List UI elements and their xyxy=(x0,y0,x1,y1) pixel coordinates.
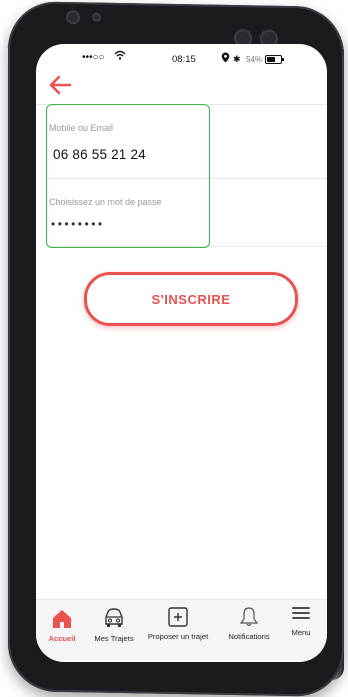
tab-proposer-trajet[interactable]: Proposer un trajet xyxy=(142,606,214,641)
camera-sensor xyxy=(92,12,101,22)
app-screen: •••○○ 08:15 ✱ 54% Mobile ou Email 06 86 … xyxy=(36,44,327,662)
credentials-form: Mobile ou Email 06 86 55 21 24 Choisisse… xyxy=(46,104,210,248)
tab-label: Proposer un trajet xyxy=(147,632,209,641)
battery-percent: 54% xyxy=(246,55,263,64)
wifi-icon xyxy=(114,50,126,62)
status-bar: •••○○ 08:15 ✱ 54% xyxy=(36,44,327,74)
password-input[interactable]: •••••••• xyxy=(51,217,105,231)
tab-label: Mes Trajets xyxy=(94,634,134,643)
tab-accueil[interactable]: Accueil xyxy=(42,608,82,643)
bluetooth-icon: ✱ xyxy=(233,54,241,64)
signup-button[interactable]: S'INSCRIRE xyxy=(84,272,298,326)
signal-indicator: •••○○ xyxy=(82,52,105,63)
menu-icon xyxy=(292,607,310,619)
tab-label: Notifications xyxy=(228,632,270,641)
tab-label: Accueil xyxy=(48,634,76,643)
home-icon xyxy=(53,610,71,628)
clock: 08:15 xyxy=(172,54,196,65)
login-input[interactable]: 06 86 55 21 24 xyxy=(53,147,146,162)
login-label: Mobile ou Email xyxy=(49,123,114,133)
bottom-tab-bar: Accueil Mes Trajets Proposer un trajet N… xyxy=(36,599,327,660)
tab-mes-trajets[interactable]: Mes Trajets xyxy=(88,606,140,643)
bell-icon xyxy=(239,607,259,627)
plus-square-icon xyxy=(168,607,188,627)
back-arrow-icon[interactable] xyxy=(48,74,74,96)
battery-icon xyxy=(265,55,285,66)
tab-menu[interactable]: Menu xyxy=(286,602,316,637)
tab-label: Menu xyxy=(291,628,311,637)
location-icon xyxy=(221,52,230,65)
camera-sensor xyxy=(66,10,80,25)
car-icon xyxy=(105,608,123,627)
tab-notifications[interactable]: Notifications xyxy=(222,606,276,641)
password-label: Choisissez un mot de passe xyxy=(49,197,162,207)
